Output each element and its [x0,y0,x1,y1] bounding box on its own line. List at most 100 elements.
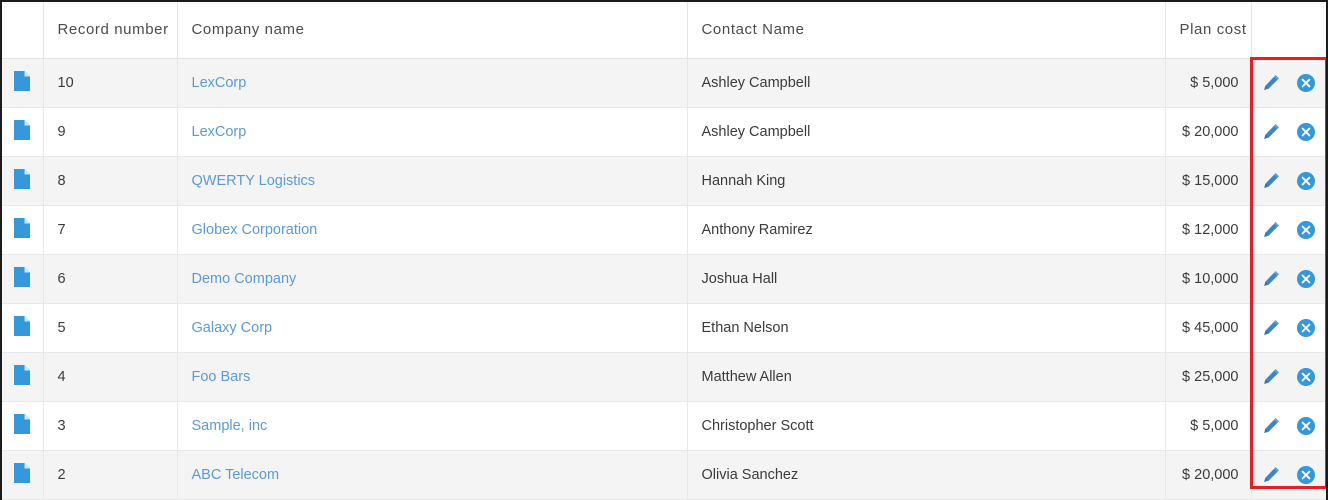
document-icon[interactable] [14,70,31,91]
circle-x-icon[interactable] [1295,121,1317,143]
column-header-record-number[interactable]: Record number [43,2,178,59]
column-header-document [2,2,44,59]
document-icon[interactable] [14,266,31,287]
row-document-cell [2,303,44,353]
document-icon[interactable] [14,168,31,189]
table-row[interactable]: 8 QWERTY Logistics Hannah King $ 15,000 [2,156,1326,206]
column-header-plan-cost[interactable]: Plan cost [1165,2,1252,59]
cell-plan-cost: $ 12,000 [1165,205,1252,255]
cell-contact-name: Joshua Hall [687,254,1166,304]
company-name-link[interactable]: Demo Company [192,271,297,287]
cell-record-number: 9 [43,107,178,157]
pencil-icon[interactable] [1260,121,1282,143]
row-document-cell [2,401,44,451]
cell-contact-name: Ashley Campbell [687,58,1166,108]
pencil-icon[interactable] [1260,415,1282,437]
table-row[interactable]: 6 Demo Company Joshua Hall $ 10,000 [2,254,1326,304]
document-icon[interactable] [14,413,31,434]
table-row[interactable]: 10 LexCorp Ashley Campbell $ 5,000 [2,58,1326,108]
pencil-icon[interactable] [1260,317,1282,339]
circle-x-icon[interactable] [1295,72,1317,94]
table-row[interactable]: 9 LexCorp Ashley Campbell $ 20,000 [2,107,1326,157]
cell-actions [1251,303,1326,353]
pencil-icon[interactable] [1260,268,1282,290]
table-row[interactable]: 4 Foo Bars Matthew Allen $ 25,000 [2,352,1326,402]
company-name-link[interactable]: Galaxy Corp [192,320,273,336]
cell-company-name: QWERTY Logistics [177,156,688,206]
cell-company-name: Demo Company [177,254,688,304]
cell-contact-name: Hannah King [687,156,1166,206]
table-header: Record number Company name Contact Name … [2,2,1326,59]
circle-x-icon[interactable] [1295,415,1317,437]
document-icon[interactable] [14,315,31,336]
cell-actions [1251,156,1326,206]
cell-plan-cost: $ 15,000 [1165,156,1252,206]
cell-record-number: 2 [43,450,178,500]
company-name-link[interactable]: ABC Telecom [192,467,280,483]
cell-record-number: 8 [43,156,178,206]
cell-plan-cost: $ 5,000 [1165,401,1252,451]
document-icon[interactable] [14,364,31,385]
row-document-cell [2,107,44,157]
cell-contact-name: Christopher Scott [687,401,1166,451]
cell-actions [1251,254,1326,304]
company-name-link[interactable]: LexCorp [192,75,247,91]
document-icon[interactable] [14,119,31,140]
column-header-company-name[interactable]: Company name [177,2,688,59]
cell-company-name: Globex Corporation [177,205,688,255]
cell-contact-name: Matthew Allen [687,352,1166,402]
cell-actions [1251,205,1326,255]
circle-x-icon[interactable] [1295,317,1317,339]
cell-actions [1251,401,1326,451]
cell-actions [1251,352,1326,402]
cell-plan-cost: $ 20,000 [1165,107,1252,157]
table-body: 10 LexCorp Ashley Campbell $ 5,000 9 LexCorp A… [2,58,1326,500]
header-row: Record number Company name Contact Name … [2,2,1326,59]
pencil-icon[interactable] [1260,219,1282,241]
circle-x-icon[interactable] [1295,170,1317,192]
cell-company-name: LexCorp [177,58,688,108]
cell-contact-name: Ethan Nelson [687,303,1166,353]
row-document-cell [2,254,44,304]
company-name-link[interactable]: Globex Corporation [192,222,318,238]
company-name-link[interactable]: Sample, inc [192,418,268,434]
row-document-cell [2,352,44,402]
pencil-icon[interactable] [1260,366,1282,388]
pencil-icon[interactable] [1260,170,1282,192]
row-document-cell [2,450,44,500]
cell-plan-cost: $ 45,000 [1165,303,1252,353]
company-name-link[interactable]: QWERTY Logistics [192,173,316,189]
circle-x-icon[interactable] [1295,268,1317,290]
cell-record-number: 4 [43,352,178,402]
column-header-contact-name[interactable]: Contact Name [687,2,1166,59]
cell-company-name: LexCorp [177,107,688,157]
table-row[interactable]: 5 Galaxy Corp Ethan Nelson $ 45,000 [2,303,1326,353]
cell-plan-cost: $ 5,000 [1165,58,1252,108]
document-icon[interactable] [14,217,31,238]
company-name-link[interactable]: LexCorp [192,124,247,140]
cell-actions [1251,107,1326,157]
company-name-link[interactable]: Foo Bars [192,369,251,385]
row-document-cell [2,58,44,108]
circle-x-icon[interactable] [1295,366,1317,388]
cell-plan-cost: $ 10,000 [1165,254,1252,304]
table-row[interactable]: 3 Sample, inc Christopher Scott $ 5,000 [2,401,1326,451]
cell-company-name: Galaxy Corp [177,303,688,353]
cell-company-name: Foo Bars [177,352,688,402]
cell-record-number: 7 [43,205,178,255]
records-table: Record number Company name Contact Name … [2,2,1326,500]
table-row[interactable]: 2 ABC Telecom Olivia Sanchez $ 20,000 [2,450,1326,500]
cell-company-name: Sample, inc [177,401,688,451]
pencil-icon[interactable] [1260,464,1282,486]
document-icon[interactable] [14,462,31,483]
cell-actions [1251,58,1326,108]
circle-x-icon[interactable] [1295,219,1317,241]
table-row[interactable]: 7 Globex Corporation Anthony Ramirez $ 12,0… [2,205,1326,255]
cell-plan-cost: $ 25,000 [1165,352,1252,402]
cell-contact-name: Olivia Sanchez [687,450,1166,500]
circle-x-icon[interactable] [1295,464,1317,486]
cell-record-number: 10 [43,58,178,108]
pencil-icon[interactable] [1260,72,1282,94]
cell-record-number: 5 [43,303,178,353]
records-table-page: Record number Company name Contact Name … [0,0,1328,500]
